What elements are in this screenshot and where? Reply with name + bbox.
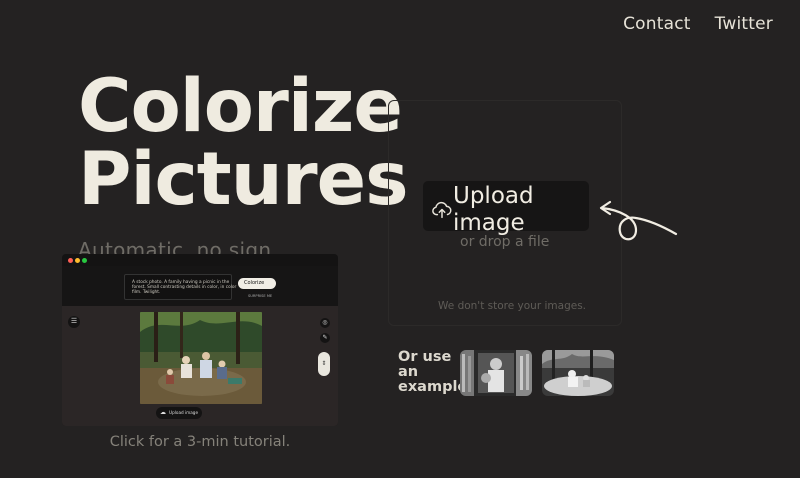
family-picnic-photo	[140, 312, 262, 404]
tutorial-video[interactable]: A stock photo. A family having a picnic …	[62, 254, 338, 426]
hero-title-line-1: Colorize	[78, 64, 403, 149]
window-close-dot	[68, 258, 73, 263]
top-nav: Contact Twitter	[623, 14, 773, 34]
drop-file-text: or drop a file	[460, 234, 550, 250]
hero-title: Colorize Pictures	[78, 64, 409, 222]
upload-image-label: Upload image	[453, 183, 534, 236]
hero-title-line-2: Pictures	[78, 137, 409, 222]
contact-link[interactable]: Contact	[623, 14, 691, 34]
window-maximize-dot	[82, 258, 87, 263]
window-titlebar	[62, 254, 338, 266]
window-minimize-dot	[75, 258, 80, 263]
zoom-slider-icon: ⇕	[318, 352, 330, 376]
example-photo-2	[542, 350, 614, 396]
upload-cloud-icon	[432, 201, 452, 219]
surprise-me-label: SURPRISE ME	[248, 294, 273, 298]
privacy-note: We don't store your images.	[438, 300, 587, 312]
page: Contact Twitter Colorize Pictures Automa…	[0, 0, 800, 478]
tutorial-caption[interactable]: Click for a 3-min tutorial.	[102, 434, 298, 450]
palette-icon: ◎	[320, 318, 330, 328]
menu-icon: ☰	[68, 316, 80, 328]
colorize-toggle: Colorize	[238, 278, 276, 289]
video-upload-label: Upload image	[169, 410, 199, 415]
example-thumbnail-1[interactable]	[460, 350, 532, 396]
upload-cloud-icon: ☁	[160, 409, 166, 416]
video-upload-button: ☁ Upload image	[156, 407, 202, 419]
twitter-link[interactable]: Twitter	[715, 14, 773, 34]
prompt-text: A stock photo. A family having a picnic …	[132, 280, 237, 296]
pencil-icon: ✎	[320, 333, 330, 343]
curved-arrow-icon	[599, 200, 678, 241]
example-thumbnail-2[interactable]	[542, 350, 614, 396]
upload-image-button[interactable]: Upload image	[423, 181, 589, 236]
examples-label: Or use an example.	[398, 349, 473, 395]
example-photo-1	[460, 350, 532, 396]
